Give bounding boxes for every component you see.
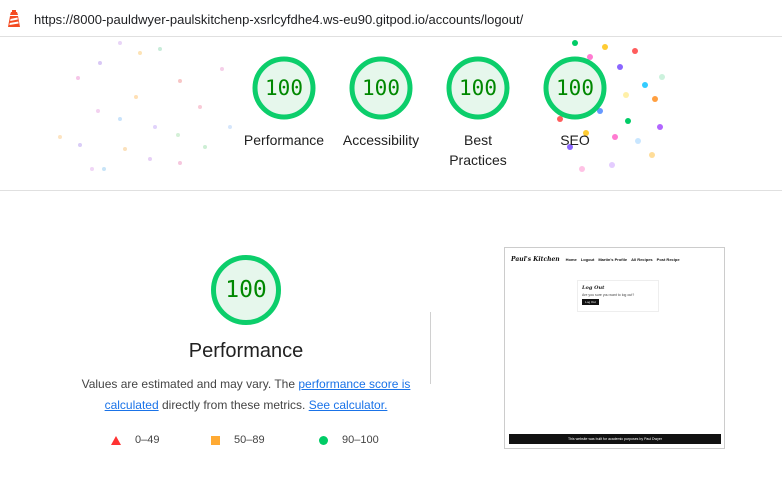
gauge-score: 100 (265, 76, 303, 100)
gauge-best-practices[interactable]: 100 Best Practices (428, 56, 528, 170)
performance-description: Values are estimated and may vary. The p… (70, 374, 422, 416)
legend-fail: 0–49 (111, 432, 159, 448)
thumbnail-logout-card: Log Out Are you sure you want to log out… (577, 280, 659, 312)
url-text[interactable]: https://8000-pauldwyer-paulskitchenp-xsr… (34, 12, 523, 27)
legend-range: 50–89 (234, 434, 265, 446)
gauge-score: 100 (362, 76, 400, 100)
gauge-label: Performance (243, 132, 325, 148)
vertical-divider (430, 312, 431, 384)
thumbnail-nav-item: Home (565, 256, 577, 262)
legend-average: 50–89 (211, 432, 265, 448)
thumbnail-card-message: Are you sure you want to log out? (582, 293, 635, 297)
lighthouse-icon (8, 10, 20, 27)
square-icon (211, 435, 220, 445)
see-calculator-link[interactable]: See calculator. (309, 398, 388, 412)
gauge-seo[interactable]: 100 SEO (525, 56, 625, 150)
thumbnail-card-title: Log Out (582, 285, 605, 291)
performance-gauge-large: 100 Performance (160, 254, 332, 363)
gauge-score: 100 (556, 76, 594, 100)
legend-range: 0–49 (135, 434, 160, 446)
thumbnail-nav-item: Post Recipe (656, 256, 680, 262)
thumbnail-navbar: Paul's Kitchen Home Logout Martin's Prof… (511, 255, 721, 263)
gauge-accessibility[interactable]: 100 Accessibility (331, 56, 431, 150)
legend-pass: 90–100 (319, 432, 379, 448)
gauge-performance[interactable]: 100 Performance (234, 56, 334, 150)
desc-prefix: Values are estimated and may vary. The (81, 377, 299, 391)
thumbnail-logout-button: Log Out (582, 299, 599, 305)
thumbnail-nav-item: Martin's Profile (598, 256, 628, 262)
performance-title: Performance (188, 340, 304, 362)
gauge-score: 100 (459, 76, 497, 100)
performance-score: 100 (225, 277, 267, 303)
triangle-icon (111, 435, 121, 445)
circle-icon (319, 435, 328, 445)
thumbnail-footer: This website was built for academic purp… (509, 434, 721, 444)
thumbnail-nav-item: All Recipes (631, 256, 653, 262)
score-summary-band: 100 Performance 100 Accessibility 100 Be… (0, 37, 782, 191)
desc-mid: directly from these metrics. (158, 398, 309, 412)
gauge-label: SEO (560, 132, 590, 148)
gauge-label: Accessibility (342, 132, 420, 148)
thumbnail-nav-item: Logout (580, 256, 595, 262)
thumbnail-brand: Paul's Kitchen (511, 255, 560, 263)
gauge-label: Best Practices (449, 132, 507, 168)
address-bar[interactable]: https://8000-pauldwyer-paulskitchenp-xsr… (0, 0, 782, 37)
legend-range: 90–100 (342, 434, 379, 446)
page-screenshot-thumbnail[interactable]: Paul's Kitchen Home Logout Martin's Prof… (504, 247, 725, 449)
